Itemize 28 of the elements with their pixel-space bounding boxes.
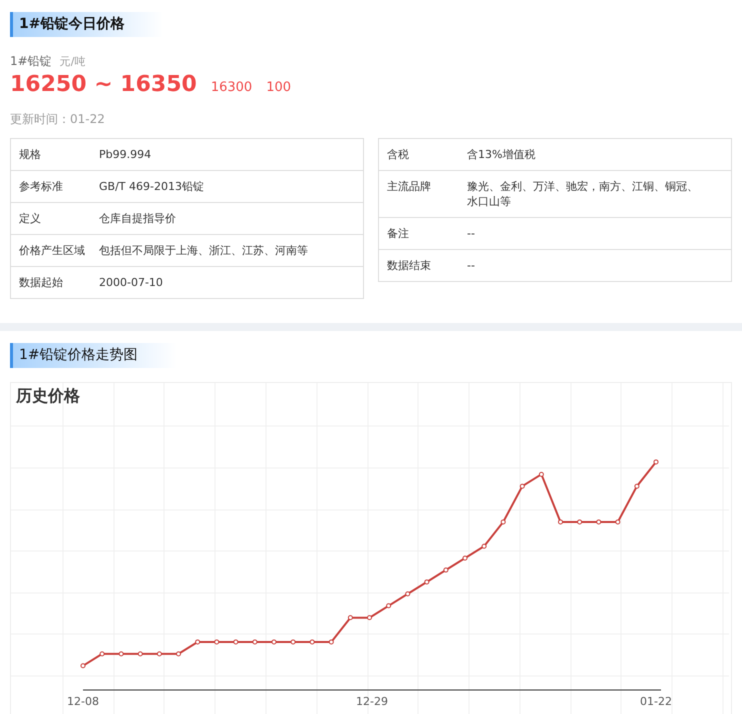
product-name: 1#铅锭 <box>10 53 52 70</box>
row-label: 数据起始 <box>18 275 64 291</box>
axis-label: 12-29 <box>356 695 388 708</box>
row-value: -- <box>467 226 476 242</box>
price-change: 100 <box>266 80 292 95</box>
row-label: 主流品牌 <box>386 179 432 195</box>
average-price: 16300 <box>210 80 252 95</box>
row-label: 备注 <box>386 226 410 242</box>
row-value: 2000-07-10 <box>99 275 164 291</box>
row-value: 包括但不局限于上海、浙江、江苏、河南等 <box>99 243 309 259</box>
row-label: 含税 <box>386 147 410 163</box>
update-time: 更新时间：01-22 <box>10 111 106 128</box>
row-value: 仓库自提指导价 <box>99 211 177 227</box>
row-label: 规格 <box>18 147 42 163</box>
price-unit: 元/吨 <box>60 54 86 69</box>
chart-title: 历史价格 <box>16 386 80 407</box>
axis-label: 01-22 <box>640 695 672 708</box>
axis-label: 12-08 <box>67 695 99 708</box>
price-range: 16250 ~ 16350 <box>10 72 197 97</box>
row-value: Pb99.994 <box>99 147 152 163</box>
row-value: -- <box>467 258 476 274</box>
row-value: GB/T 469-2013铅锭 <box>99 179 205 195</box>
row-label: 定义 <box>18 211 42 227</box>
row-label: 价格产生区域 <box>18 243 86 259</box>
row-label: 参考标准 <box>18 179 64 195</box>
row-value: 豫光、金利、万洋、驰宏，南方、江铜、铜冠、水口山等 <box>467 179 699 210</box>
row-label: 数据结束 <box>386 258 432 274</box>
row-value: 含13%增值税 <box>467 147 536 163</box>
